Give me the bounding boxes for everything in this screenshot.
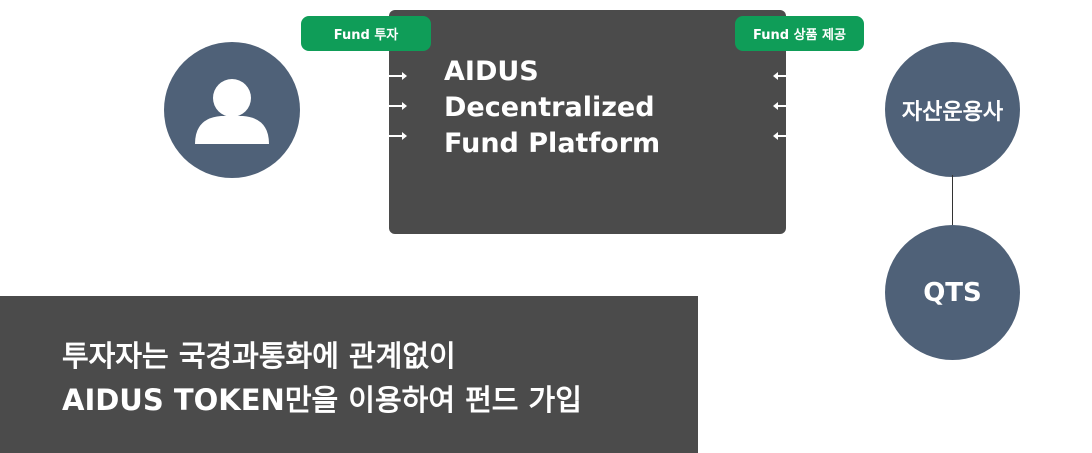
- platform-title-line: Decentralized: [444, 92, 655, 123]
- platform-title-line: AIDUS: [444, 56, 539, 87]
- asset-manager-node: 자산운용사: [885, 42, 1020, 177]
- investor-node: [164, 42, 300, 178]
- arrow-left-icon: [773, 132, 791, 140]
- arrow-right-icon: [389, 72, 407, 80]
- fund-provide-tag: Fund 상품 제공: [735, 16, 864, 51]
- arrow-right-icon: [389, 102, 407, 110]
- arrow-left-icon: [773, 72, 791, 80]
- banner-line: AIDUS TOKEN만을 이용하여 펀드 가입: [62, 383, 582, 417]
- banner-line: 투자자는 국경과통화에 관계없이: [62, 339, 456, 373]
- qts-label: QTS: [923, 277, 982, 308]
- asset-manager-label: 자산운용사: [901, 99, 1004, 125]
- platform-title: AIDUS Decentralized Fund Platform: [444, 54, 764, 162]
- user-icon: [195, 79, 269, 144]
- arrow-left-icon: [773, 102, 791, 110]
- connector-line: [952, 175, 953, 227]
- arrow-right-icon: [389, 132, 407, 140]
- qts-node: QTS: [885, 225, 1020, 360]
- fund-invest-tag: Fund 투자: [301, 16, 431, 51]
- platform-title-line: Fund Platform: [444, 128, 661, 159]
